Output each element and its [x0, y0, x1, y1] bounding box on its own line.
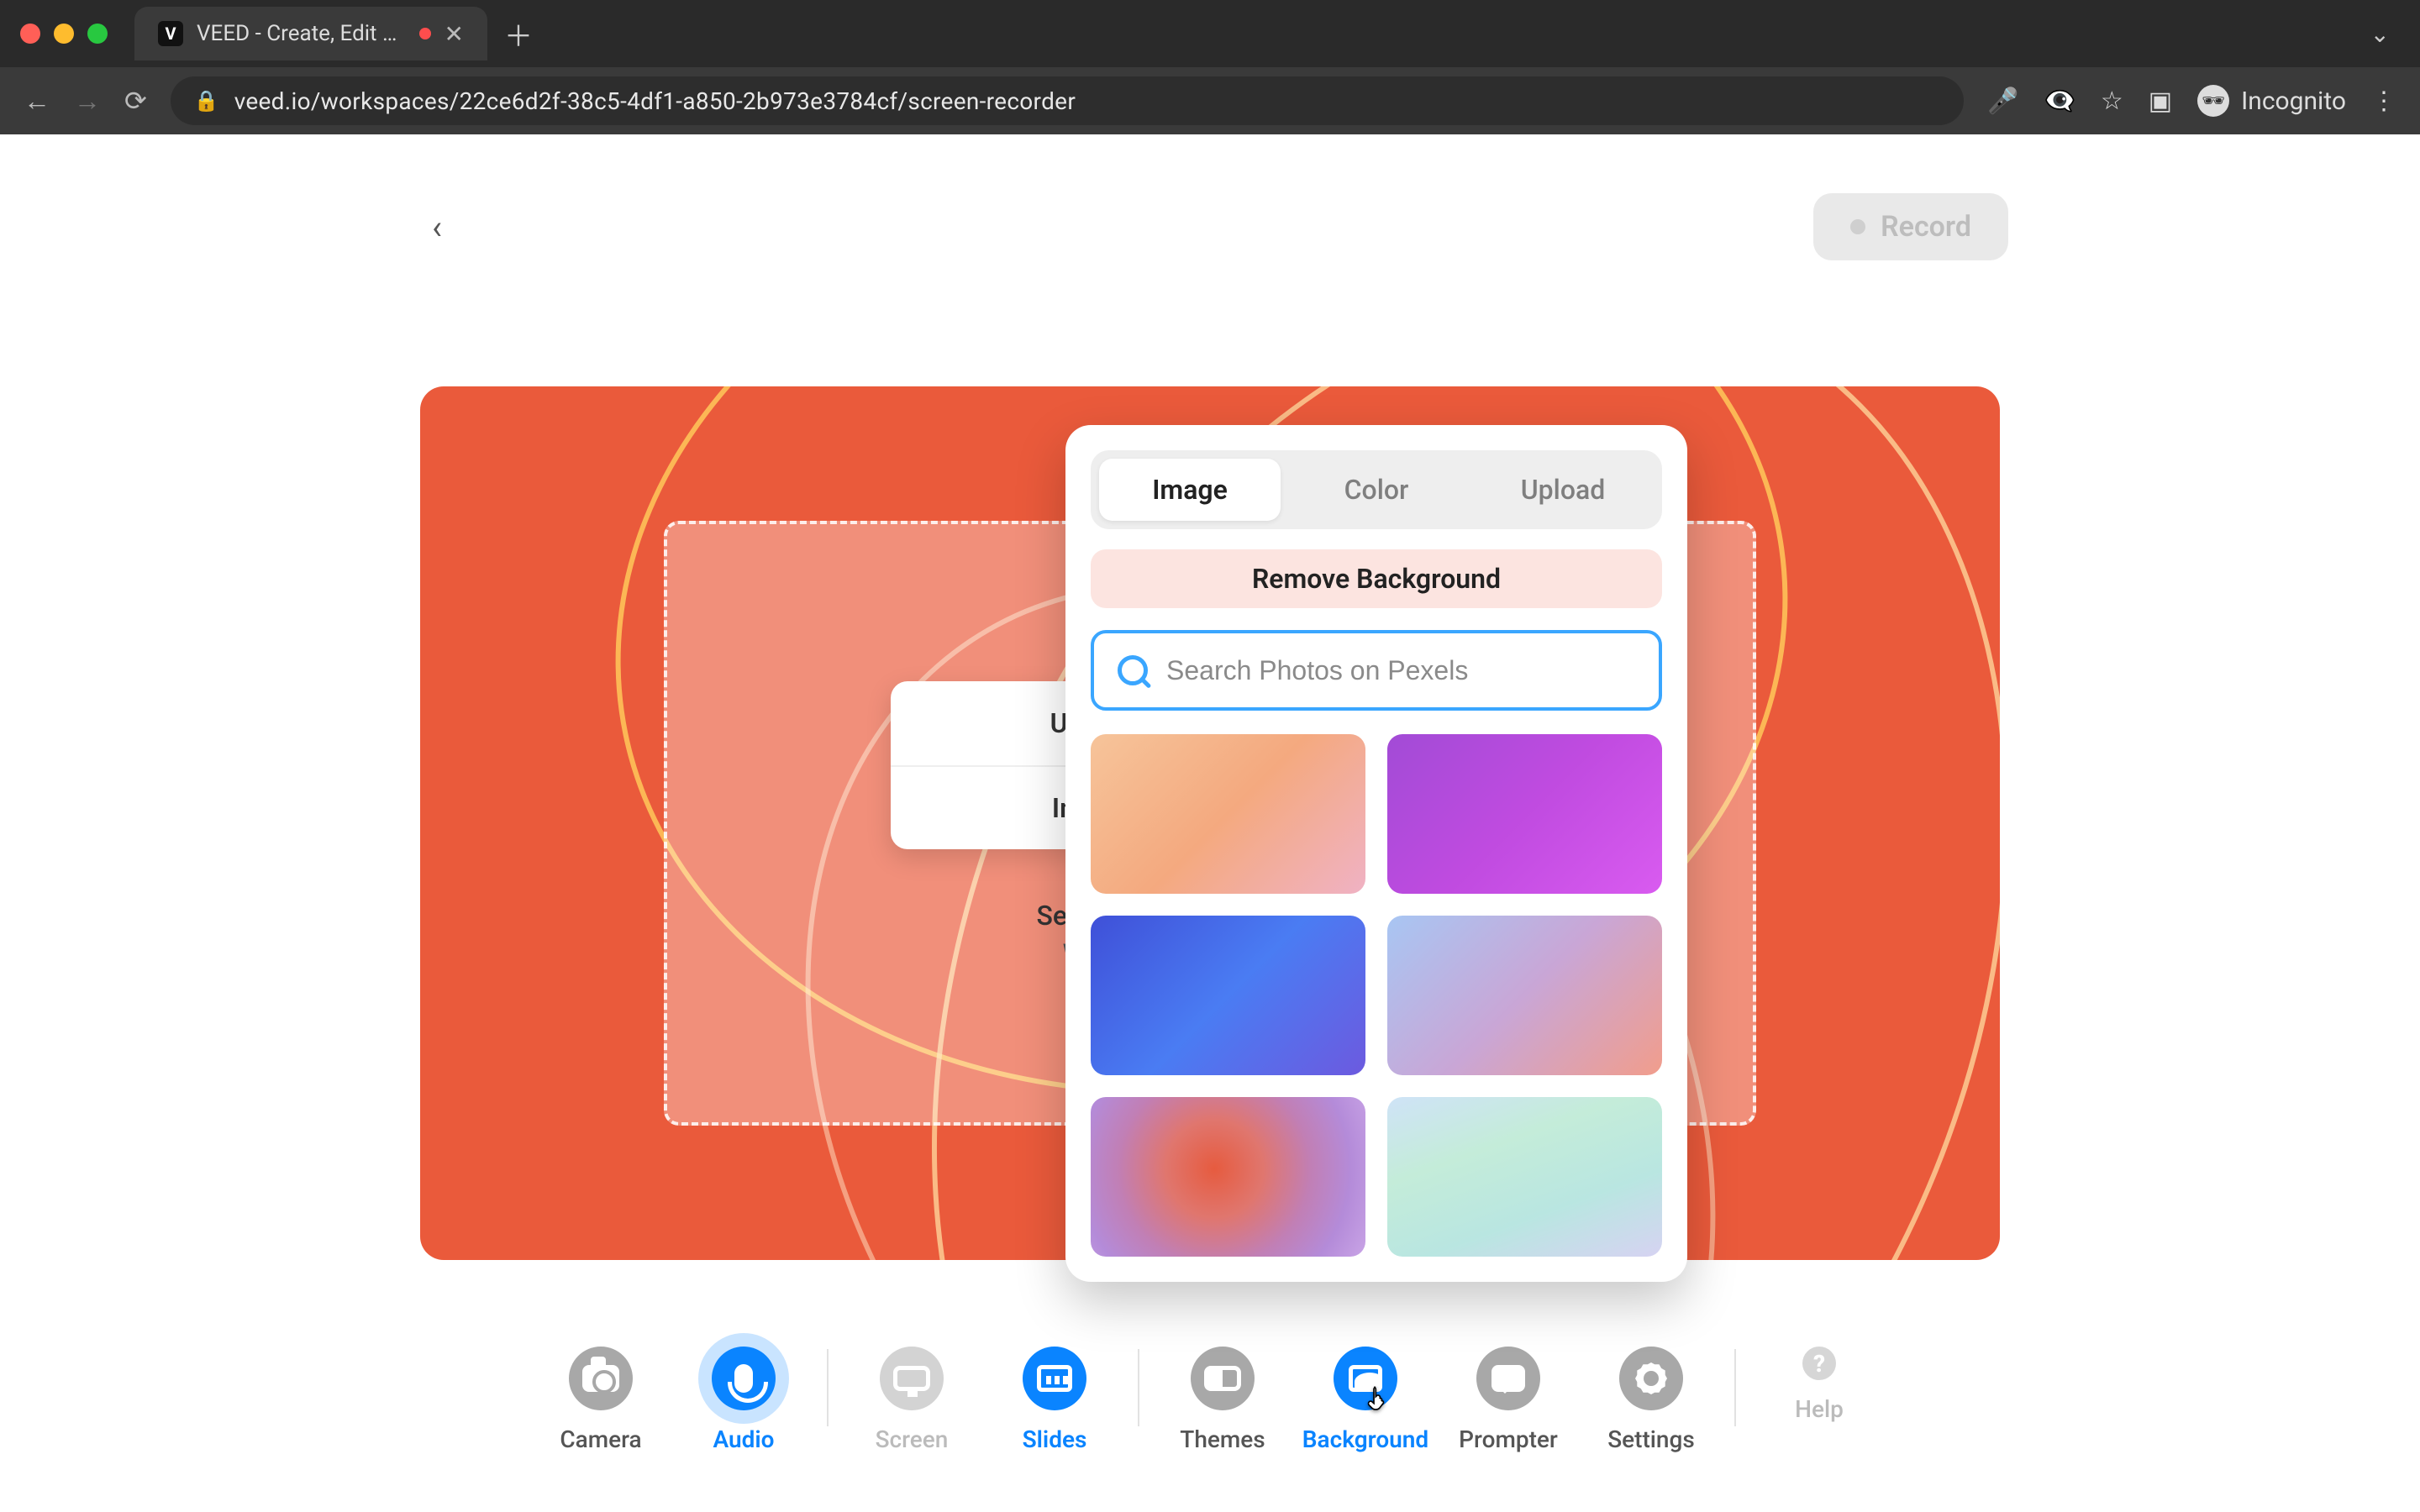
camera-icon	[582, 1365, 619, 1392]
tab-color[interactable]: Color	[1286, 459, 1467, 521]
tool-screen[interactable]: Screen	[840, 1347, 983, 1453]
tab-upload[interactable]: Upload	[1472, 459, 1654, 521]
tab-close-button[interactable]: ✕	[445, 20, 464, 48]
tab-recording-indicator-icon	[419, 28, 431, 39]
gear-icon	[1635, 1362, 1667, 1394]
tool-camera[interactable]: Camera	[529, 1347, 672, 1453]
background-preset[interactable]	[1387, 1097, 1662, 1257]
pexels-search-input[interactable]	[1166, 655, 1635, 686]
page-back-button[interactable]: ‹	[412, 202, 462, 252]
incognito-indicator[interactable]: 🕶 Incognito	[2197, 85, 2346, 117]
tabs-overflow-button[interactable]: ⌄	[2370, 20, 2390, 48]
background-source-tabs: Image Color Upload	[1091, 450, 1662, 529]
screen-icon	[893, 1366, 930, 1391]
side-panel-icon[interactable]: ▣	[2149, 87, 2172, 116]
mic-icon	[734, 1364, 753, 1393]
tab-title: VEED - Create, Edit & Shar…	[197, 21, 406, 46]
tab-favicon: V	[158, 21, 183, 46]
background-popover: Image Color Upload Remove Background	[1065, 425, 1687, 1282]
browser-menu-button[interactable]: ⋮	[2371, 87, 2396, 116]
tool-slides[interactable]: Slides	[983, 1347, 1126, 1453]
tool-help[interactable]: ? Help	[1748, 1347, 1891, 1423]
toolbar-divider	[1734, 1349, 1736, 1426]
tool-themes-label: Themes	[1180, 1425, 1265, 1453]
tool-background-label: Background	[1302, 1425, 1428, 1453]
background-preset[interactable]	[1091, 916, 1365, 1075]
tab-image[interactable]: Image	[1099, 459, 1281, 521]
address-bar[interactable]: 🔒 veed.io/workspaces/22ce6d2f-38c5-4df1-…	[171, 76, 1964, 125]
slides-icon	[1037, 1365, 1072, 1392]
tool-audio[interactable]: Audio	[672, 1347, 815, 1453]
incognito-icon: 🕶	[2197, 85, 2229, 117]
tool-settings[interactable]: Settings	[1580, 1347, 1723, 1453]
record-button-label: Record	[1881, 210, 1971, 244]
window-minimize-button[interactable]	[54, 24, 74, 44]
prompter-icon	[1491, 1365, 1525, 1392]
pexels-search[interactable]	[1091, 630, 1662, 711]
toolbar-divider	[827, 1349, 829, 1426]
window-close-button[interactable]	[20, 24, 40, 44]
remove-background-button[interactable]: Remove Background	[1091, 549, 1662, 608]
background-preset[interactable]	[1091, 734, 1365, 894]
themes-icon	[1204, 1366, 1241, 1391]
tracking-blocked-icon[interactable]: 👁️‍🗨️	[2044, 87, 2075, 116]
window-traffic-lights	[20, 24, 108, 44]
browser-toolbar: ← → ⟳ 🔒 veed.io/workspaces/22ce6d2f-38c5…	[0, 67, 2420, 134]
tool-screen-label: Screen	[876, 1425, 949, 1453]
background-icon	[1349, 1365, 1382, 1392]
page-content: ‹ Record Upload Import Select on	[0, 134, 2420, 1512]
tool-prompter[interactable]: Prompter	[1437, 1347, 1580, 1453]
search-icon	[1118, 655, 1148, 685]
bookmark-star-icon[interactable]: ☆	[2101, 87, 2123, 116]
voice-search-icon[interactable]: 🎤	[1987, 87, 2018, 116]
tool-themes[interactable]: Themes	[1151, 1347, 1294, 1453]
url-text: veed.io/workspaces/22ce6d2f-38c5-4df1-a8…	[234, 87, 1076, 115]
tool-prompter-label: Prompter	[1459, 1425, 1558, 1453]
background-preset[interactable]	[1387, 916, 1662, 1075]
record-button[interactable]: Record	[1813, 193, 2008, 260]
window-titlebar: V VEED - Create, Edit & Shar… ✕ ＋ ⌄	[0, 0, 2420, 67]
tool-help-label: Help	[1795, 1395, 1844, 1423]
tool-camera-label: Camera	[560, 1425, 641, 1453]
incognito-label: Incognito	[2241, 87, 2346, 116]
lock-icon: 🔒	[194, 89, 219, 113]
new-tab-button[interactable]: ＋	[504, 13, 533, 55]
nav-forward-button[interactable]: →	[74, 85, 101, 117]
background-presets-grid	[1091, 734, 1662, 1257]
background-preset[interactable]	[1387, 734, 1662, 894]
browser-tab[interactable]: V VEED - Create, Edit & Shar… ✕	[134, 7, 487, 60]
recorder-toolbar: Camera Audio Screen Slides	[529, 1347, 1891, 1453]
background-preset[interactable]	[1091, 1097, 1365, 1257]
record-dot-icon	[1850, 219, 1865, 234]
tool-settings-label: Settings	[1607, 1425, 1695, 1453]
window-maximize-button[interactable]	[87, 24, 108, 44]
tool-background[interactable]: Background	[1294, 1347, 1437, 1453]
help-icon: ?	[1802, 1347, 1836, 1380]
toolbar-divider	[1138, 1349, 1139, 1426]
tool-slides-label: Slides	[1023, 1425, 1087, 1453]
nav-back-button[interactable]: ←	[24, 85, 50, 117]
nav-reload-button[interactable]: ⟳	[124, 85, 147, 117]
tool-audio-label: Audio	[713, 1425, 774, 1453]
